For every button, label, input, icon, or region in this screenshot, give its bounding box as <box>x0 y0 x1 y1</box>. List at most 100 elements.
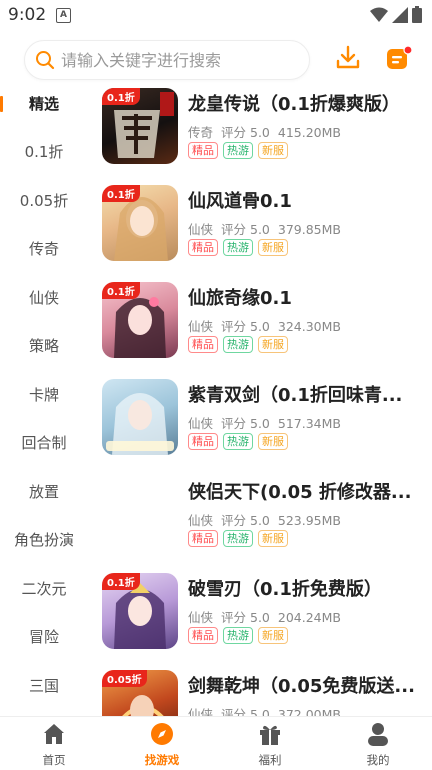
nav-home[interactable]: 首页 <box>0 717 108 770</box>
game-meta: 仙侠 评分 5.0 379.85MB <box>188 219 349 238</box>
game-title: 侠侣天下(0.05 折修改器... <box>188 482 412 503</box>
game-size: 415.20MB <box>277 125 341 140</box>
tag-quality: 精品 <box>188 336 218 353</box>
tag-quality: 精品 <box>188 239 218 256</box>
game-item[interactable]: 0.1折 破雪刃（0.1折免费版） 仙侠 评分 5.0 204.24MB 精品 热游… <box>92 565 432 661</box>
tag-hot: 热游 <box>223 433 253 450</box>
category-adventure[interactable]: 冒险 <box>0 617 88 657</box>
game-size: 372.00MB <box>277 707 341 716</box>
category-label: 三国 <box>28 677 59 695</box>
game-tags: 精品 热游 新服 <box>188 433 288 450</box>
category-label: 仙侠 <box>28 289 59 307</box>
nav-me[interactable]: 我的 <box>324 717 432 770</box>
tag-new-server: 新服 <box>258 433 288 450</box>
game-item[interactable]: 侠侣天下(0.05 折修改器... 仙侠 评分 5.0 523.95MB 精品 热游… <box>92 468 432 564</box>
tag-hot: 热游 <box>223 530 253 547</box>
tag-quality: 精品 <box>188 530 218 547</box>
category-label: 二次元 <box>21 580 67 598</box>
game-icon: 0.05折 <box>102 670 178 716</box>
category-0.05-discount[interactable]: 0.05折 <box>0 181 88 221</box>
nav-welfare[interactable]: 福利 <box>216 717 324 770</box>
search-icon <box>36 51 55 70</box>
category-label: 卡牌 <box>28 386 59 404</box>
discount-badge: 0.1折 <box>102 573 140 590</box>
game-icon: 0.1折 <box>102 185 178 261</box>
nav-label: 首页 <box>42 753 66 767</box>
discount-badge: 0.05折 <box>102 670 147 687</box>
bottom-nav: 首页 找游戏 福利 我的 <box>0 716 432 770</box>
game-item[interactable]: 0.1折 仙风道骨0.1 仙侠 评分 5.0 379.85MB 精品 热游 新服 <box>92 177 432 273</box>
status-icons <box>370 6 422 23</box>
status-bar: 9:02 A <box>0 0 432 30</box>
tag-hot: 热游 <box>223 336 253 353</box>
game-tags: 精品 热游 新服 <box>188 142 288 159</box>
category-xianxia[interactable]: 仙侠 <box>0 278 88 318</box>
category-card[interactable]: 卡牌 <box>0 375 88 415</box>
game-title: 紫青双剑（0.1折回味青... <box>188 385 403 406</box>
category-idle[interactable]: 放置 <box>0 472 88 512</box>
download-button[interactable] <box>334 44 362 72</box>
tag-quality: 精品 <box>188 627 218 644</box>
game-rating: 评分 5.0 <box>221 416 270 431</box>
tag-hot: 热游 <box>223 142 253 159</box>
discount-badge: 0.1折 <box>102 88 140 105</box>
game-rating: 评分 5.0 <box>221 707 270 716</box>
game-icon <box>102 379 178 455</box>
category-label: 0.1折 <box>24 143 64 161</box>
game-genre: 仙侠 <box>188 513 214 528</box>
category-turn-based[interactable]: 回合制 <box>0 423 88 463</box>
game-rating: 评分 5.0 <box>221 125 270 140</box>
message-icon <box>387 45 413 69</box>
search-input[interactable] <box>59 47 293 73</box>
tag-new-server: 新服 <box>258 142 288 159</box>
game-genre: 仙侠 <box>188 610 214 625</box>
category-rpg[interactable]: 角色扮演 <box>0 520 88 560</box>
tag-quality: 精品 <box>188 142 218 159</box>
category-three-kingdoms[interactable]: 三国 <box>0 666 88 706</box>
game-meta: 仙侠 评分 5.0 204.24MB <box>188 607 349 626</box>
game-icon: 0.1折 <box>102 282 178 358</box>
game-meta: 仙侠 评分 5.0 517.34MB <box>188 413 349 432</box>
profile-icon <box>368 723 388 746</box>
game-icon: 0.1折 <box>102 573 178 649</box>
wifi-icon <box>370 7 388 22</box>
game-genre: 仙侠 <box>188 416 214 431</box>
discount-badge: 0.1折 <box>102 282 140 299</box>
home-icon <box>44 724 64 744</box>
game-size: 204.24MB <box>277 610 341 625</box>
game-item[interactable]: 0.1折 仙旅奇缘0.1 仙侠 评分 5.0 324.30MB 精品 热游 新服 <box>92 274 432 370</box>
category-label: 传奇 <box>28 240 59 258</box>
game-title: 破雪刃（0.1折免费版） <box>188 579 382 600</box>
game-item[interactable]: 0.1折 龙皇传说（0.1折爆爽版） 传奇 评分 5.0 415.20MB 精品 热… <box>92 80 432 176</box>
game-item[interactable]: 紫青双剑（0.1折回味青... 仙侠 评分 5.0 517.34MB 精品 热游 新… <box>92 371 432 467</box>
tag-quality: 精品 <box>188 433 218 450</box>
category-label: 回合制 <box>21 434 67 452</box>
tag-hot: 热游 <box>223 239 253 256</box>
game-icon: 0.1折 <box>102 88 178 164</box>
search-bar[interactable] <box>24 40 310 80</box>
category-label: 放置 <box>28 483 59 501</box>
game-meta: 仙侠 评分 5.0 523.95MB <box>188 510 349 529</box>
category-label: 精选 <box>28 95 59 113</box>
game-tags: 精品 热游 新服 <box>188 530 288 547</box>
game-rating: 评分 5.0 <box>221 222 270 237</box>
game-item[interactable]: 0.05折 剑舞乾坤（0.05免费版送... 仙侠 评分 5.0 372.00MB <box>92 662 432 716</box>
nav-find-games[interactable]: 找游戏 <box>108 717 216 770</box>
category-anime[interactable]: 二次元 <box>0 569 88 609</box>
tag-hot: 热游 <box>223 627 253 644</box>
game-meta: 仙侠 评分 5.0 372.00MB <box>188 704 349 716</box>
category-featured[interactable]: 精选 <box>0 84 88 124</box>
category-0.1-discount[interactable]: 0.1折 <box>0 132 88 172</box>
notification-icon: A <box>56 8 71 23</box>
game-title: 仙风道骨0.1 <box>188 191 292 212</box>
discount-badge: 0.1折 <box>102 185 140 202</box>
game-rating: 评分 5.0 <box>221 610 270 625</box>
gift-icon <box>260 725 280 745</box>
category-strategy[interactable]: 策略 <box>0 326 88 366</box>
game-size: 523.95MB <box>277 513 341 528</box>
message-button[interactable] <box>384 44 414 74</box>
character-art-icon <box>106 393 174 455</box>
category-legend[interactable]: 传奇 <box>0 229 88 269</box>
category-label: 0.05折 <box>19 192 69 210</box>
game-size: 379.85MB <box>277 222 341 237</box>
